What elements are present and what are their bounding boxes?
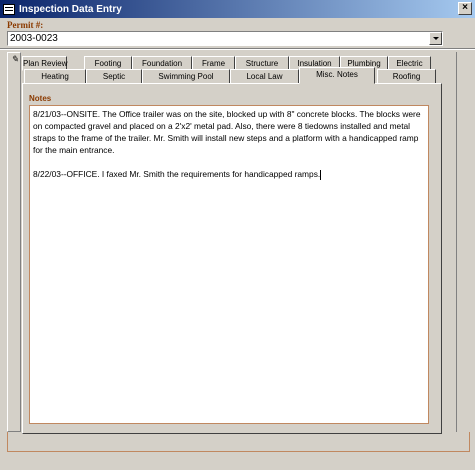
header-divider <box>0 48 475 50</box>
form-icon <box>3 3 15 15</box>
tab-misc-notes[interactable]: Misc. Notes <box>299 67 375 84</box>
permit-combobox[interactable]: 2003-0023 <box>7 31 443 46</box>
tab-control: Plan Review Footing Foundation Frame Str… <box>22 54 442 434</box>
title-bar: Inspection Data Entry × <box>0 0 475 18</box>
notes-textarea[interactable]: 8/21/03--ONSITE. The Office trailer was … <box>29 105 429 424</box>
window-title: Inspection Data Entry <box>19 3 122 15</box>
tab-panel-misc-notes: Notes 8/21/03--ONSITE. The Office traile… <box>22 83 442 434</box>
notes-paragraph: 8/21/03--ONSITE. The Office trailer was … <box>33 109 421 155</box>
tab-heating[interactable]: Heating <box>24 69 86 84</box>
pencil-icon: ✎ <box>11 54 19 64</box>
permit-label: Permit #: <box>7 20 44 30</box>
close-button[interactable]: × <box>458 2 472 15</box>
tab-septic[interactable]: Septic <box>86 69 142 84</box>
tab-local-law[interactable]: Local Law <box>230 69 299 84</box>
notes-label: Notes <box>29 94 52 103</box>
record-selector[interactable]: ✎ <box>7 52 21 432</box>
permit-value[interactable]: 2003-0023 <box>10 33 58 44</box>
form-right-edge <box>456 52 469 432</box>
text-caret <box>320 169 322 180</box>
tab-roofing[interactable]: Roofing <box>377 69 436 84</box>
notes-paragraph: 8/22/03--OFFICE. I faxed Mr. Smith the r… <box>33 168 425 180</box>
notes-text: 8/22/03--OFFICE. I faxed Mr. Smith the r… <box>33 169 321 179</box>
form-footer <box>7 432 470 452</box>
chevron-down-icon[interactable] <box>429 32 442 45</box>
tab-swimming-pool[interactable]: Swimming Pool <box>142 69 230 84</box>
